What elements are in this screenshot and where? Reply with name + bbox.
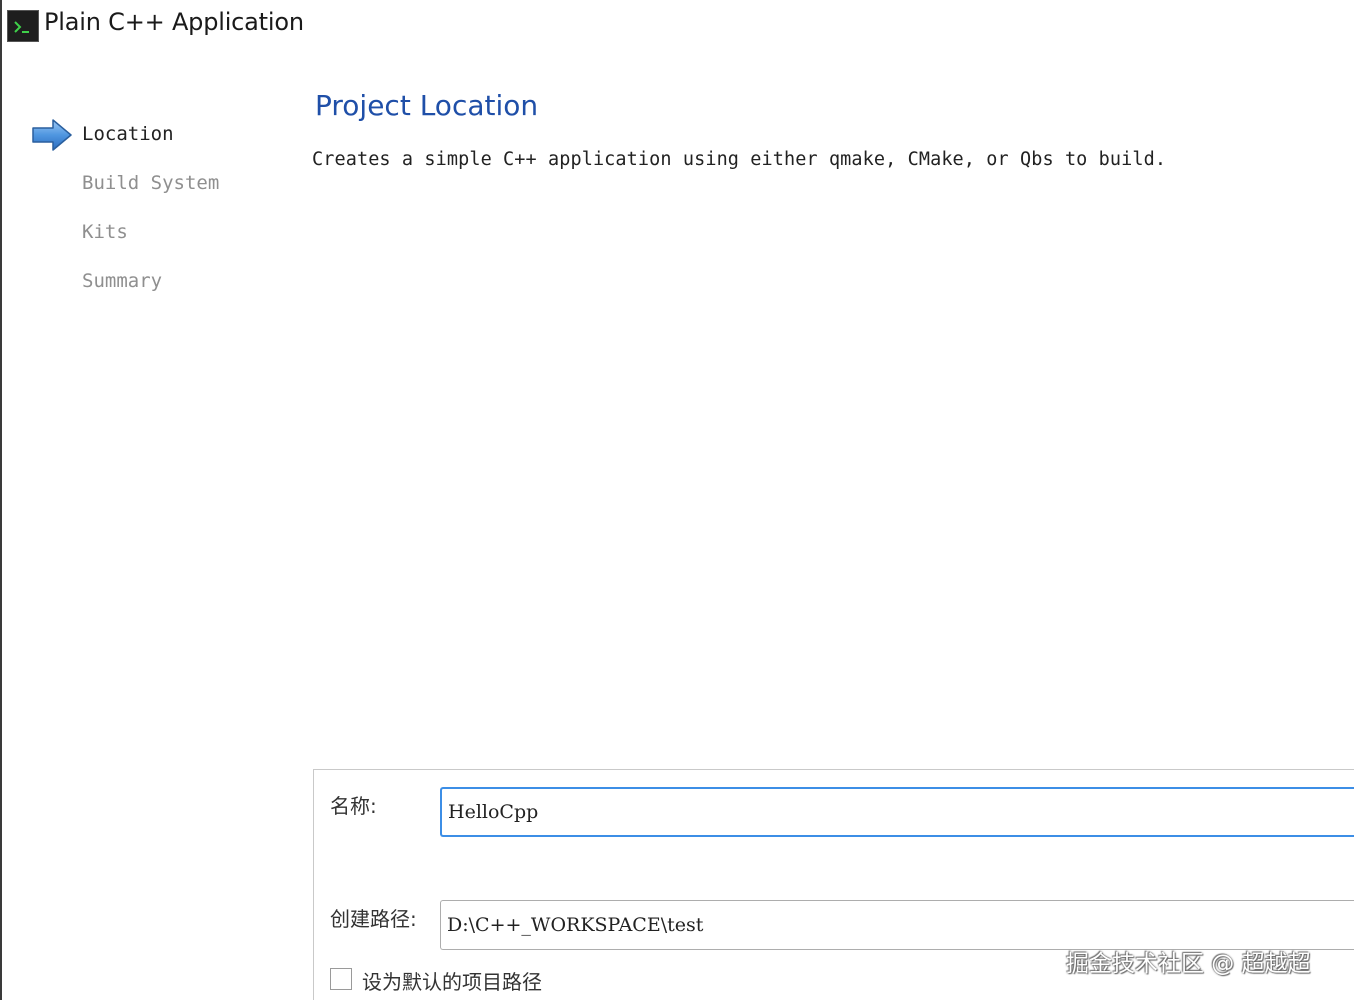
- wizard-step-build-system: Build System: [82, 172, 220, 194]
- terminal-icon: [7, 10, 39, 42]
- wizard-step-location: Location: [82, 123, 174, 145]
- wizard-step-summary: Summary: [82, 270, 163, 292]
- project-path-input[interactable]: D:\C++_WORKSPACE\test: [440, 900, 1354, 950]
- use-as-default-path-label[interactable]: 设为默认的项目路径: [362, 966, 542, 995]
- page-description: Creates a simple C++ application using e…: [312, 149, 1167, 170]
- wizard-step-kits: Kits: [82, 221, 128, 243]
- window-left-border: [0, 0, 2, 1000]
- use-as-default-path-checkbox[interactable]: [330, 968, 352, 990]
- project-name-input[interactable]: HelloCpp: [440, 787, 1354, 837]
- watermark: 掘金技术社区 @ 超越超: [1066, 951, 1311, 977]
- path-label: 创建路径:: [330, 907, 417, 931]
- window-title: Plain C++ Application: [44, 8, 304, 36]
- page-title: Project Location: [315, 89, 539, 122]
- name-label: 名称:: [330, 794, 377, 818]
- arrow-right-icon: [31, 118, 73, 152]
